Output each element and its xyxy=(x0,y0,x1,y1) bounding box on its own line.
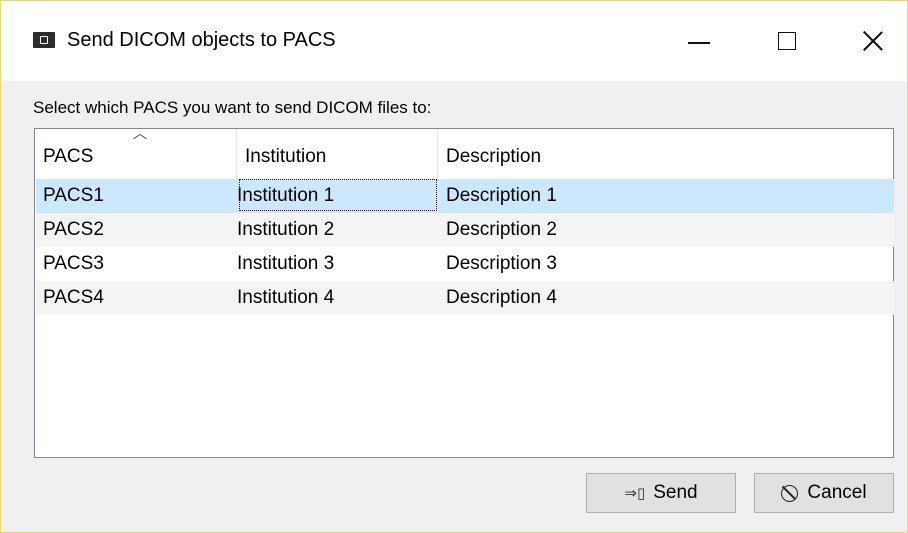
cell-description: Description 2 xyxy=(446,219,557,240)
send-button-label: Send xyxy=(653,482,698,503)
close-icon xyxy=(863,31,883,51)
instruction-label: Select which PACS you want to send DICOM… xyxy=(33,98,432,117)
cancel-icon xyxy=(781,484,799,502)
table-row[interactable]: PACS2 Institution 2 Description 2 xyxy=(36,213,894,247)
cell-description: Description 4 xyxy=(446,287,557,308)
window-title: Send DICOM objects to PACS xyxy=(67,29,336,51)
table-row[interactable]: PACS4 Institution 4 Description 4 xyxy=(36,281,894,315)
cancel-button[interactable]: Cancel xyxy=(754,473,894,513)
cell-pacs: PACS4 xyxy=(43,287,104,308)
dialog-window: Send DICOM objects to PACS Select which … xyxy=(0,0,908,533)
cell-description: Description 3 xyxy=(446,253,557,274)
app-icon xyxy=(33,32,55,48)
column-header-institution[interactable]: Institution xyxy=(237,129,438,179)
column-header-label: Description xyxy=(446,146,542,167)
column-header-label: PACS xyxy=(43,146,94,167)
minimize-icon xyxy=(688,42,710,44)
send-button[interactable]: ⇒▯ Send xyxy=(586,473,736,513)
maximize-icon xyxy=(778,32,796,50)
title-bar[interactable]: Send DICOM objects to PACS xyxy=(1,1,907,81)
cancel-button-label: Cancel xyxy=(807,482,867,503)
cell-pacs: PACS2 xyxy=(43,219,104,240)
table-row[interactable]: PACS1 Institution 1 Description 1 xyxy=(36,179,894,213)
list-header: PACS Institution Description xyxy=(35,129,893,180)
column-header-label: Institution xyxy=(245,146,327,167)
column-header-description[interactable]: Description xyxy=(438,129,894,179)
cell-pacs: PACS1 xyxy=(43,185,104,206)
column-header-pacs[interactable]: PACS xyxy=(35,129,237,179)
cell-pacs: PACS3 xyxy=(43,253,104,274)
focus-rectangle xyxy=(239,179,437,211)
maximize-button[interactable] xyxy=(757,19,817,63)
minimize-button[interactable] xyxy=(669,19,729,63)
cell-institution: Institution 2 xyxy=(237,219,335,240)
cell-description: Description 1 xyxy=(446,185,557,206)
table-row[interactable]: PACS3 Institution 3 Description 3 xyxy=(36,247,894,281)
pacs-list[interactable]: PACS Institution Description PACS1 Insti… xyxy=(34,128,894,458)
sort-ascending-icon xyxy=(133,133,145,141)
cell-institution: Institution 4 xyxy=(237,287,335,308)
cell-institution: Institution 3 xyxy=(237,253,335,274)
close-button[interactable] xyxy=(843,19,903,63)
send-icon: ⇒▯ xyxy=(624,484,646,502)
